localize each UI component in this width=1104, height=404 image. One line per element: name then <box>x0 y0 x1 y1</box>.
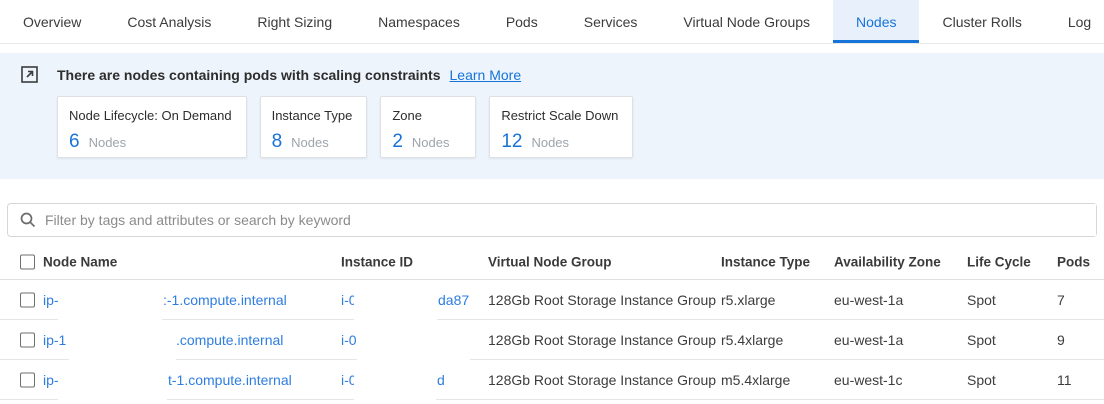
instance-type-cell: r5.xlarge <box>721 292 775 308</box>
card-count: 8 <box>272 131 283 153</box>
card-count: 6 <box>69 131 80 153</box>
tab-virtual-node-groups[interactable]: Virtual Node Groups <box>660 0 833 43</box>
card-unit: Nodes <box>291 135 329 150</box>
node-name-fragment[interactable]: :-1.compute.internal <box>163 292 287 308</box>
life-cycle-cell: Spot <box>967 372 996 388</box>
redacted-area <box>58 285 162 320</box>
column-header-availability-zone: Availability Zone <box>834 254 941 269</box>
column-header-node-name: Node Name <box>43 254 117 269</box>
row-checkbox[interactable] <box>20 292 35 307</box>
card-title: Node Lifecycle: On Demand <box>69 108 232 123</box>
card-node-lifecycle: Node Lifecycle: On Demand 6 Nodes <box>57 96 247 158</box>
instance-id-fragment: d <box>437 372 445 388</box>
column-header-instance-type: Instance Type <box>721 254 810 269</box>
card-restrict-scale-down: Restrict Scale Down 12 Nodes <box>489 96 633 158</box>
instance-id-fragment: i-0 <box>341 332 357 348</box>
column-header-instance-id: Instance ID <box>341 254 413 269</box>
row-checkbox[interactable] <box>20 332 35 347</box>
learn-more-link[interactable]: Learn More <box>450 67 522 83</box>
card-title: Instance Type <box>272 108 353 123</box>
table-header-row: Node Name Instance ID Virtual Node Group… <box>0 244 1104 280</box>
node-name-fragment[interactable]: ip- <box>43 292 59 308</box>
column-header-life-cycle: Life Cycle <box>967 254 1031 269</box>
tab-pods[interactable]: Pods <box>483 0 561 43</box>
tab-log[interactable]: Log <box>1045 0 1104 43</box>
life-cycle-cell: Spot <box>967 332 996 348</box>
node-name-fragment[interactable]: t-1.compute.internal <box>168 372 292 388</box>
card-count: 2 <box>392 131 403 153</box>
nodes-table: Node Name Instance ID Virtual Node Group… <box>0 244 1104 400</box>
pods-count-cell: 11 <box>1057 372 1072 388</box>
life-cycle-cell: Spot <box>967 292 996 308</box>
table-row: ip- :-1.compute.internal i-0 da87 128Gb … <box>0 280 1104 320</box>
scale-up-icon <box>21 66 38 83</box>
redacted-area <box>69 325 176 360</box>
column-header-virtual-node-group: Virtual Node Group <box>488 254 612 269</box>
table-row: ip-1 .compute.internal i-0 128Gb Root St… <box>0 320 1104 360</box>
availability-zone-cell: eu-west-1c <box>834 372 902 388</box>
card-instance-type: Instance Type 8 Nodes <box>260 96 368 158</box>
card-title: Restrict Scale Down <box>501 108 618 123</box>
redacted-area <box>354 285 437 320</box>
tab-services[interactable]: Services <box>561 0 661 43</box>
tab-right-sizing[interactable]: Right Sizing <box>234 0 355 43</box>
card-unit: Nodes <box>412 135 450 150</box>
banner-message: There are nodes containing pods with sca… <box>57 67 441 83</box>
scaling-constraints-banner: There are nodes containing pods with sca… <box>0 53 1104 179</box>
tab-cluster-rolls[interactable]: Cluster Rolls <box>919 0 1044 43</box>
redacted-area <box>58 365 167 400</box>
instance-id-fragment: da87 <box>438 292 469 308</box>
availability-zone-cell: eu-west-1a <box>834 332 903 348</box>
virtual-node-group-cell: 128Gb Root Storage Instance Group <box>488 332 716 348</box>
select-all-checkbox[interactable] <box>20 254 35 269</box>
filter-input[interactable] <box>45 204 1096 236</box>
constraint-cards: Node Lifecycle: On Demand 6 Nodes Instan… <box>57 96 1104 158</box>
redacted-area <box>354 365 436 400</box>
virtual-node-group-cell: 128Gb Root Storage Instance Group <box>488 372 716 388</box>
card-unit: Nodes <box>531 135 569 150</box>
card-title: Zone <box>392 108 461 123</box>
availability-zone-cell: eu-west-1a <box>834 292 903 308</box>
tab-namespaces[interactable]: Namespaces <box>355 0 483 43</box>
tab-bar: Overview Cost Analysis Right Sizing Name… <box>0 0 1104 44</box>
table-row: ip- t-1.compute.internal i-0 d 128Gb Roo… <box>0 360 1104 400</box>
card-zone: Zone 2 Nodes <box>380 96 476 158</box>
row-checkbox[interactable] <box>20 372 35 387</box>
node-name-fragment[interactable]: .compute.internal <box>176 332 283 348</box>
search-icon <box>20 212 36 228</box>
virtual-node-group-cell: 128Gb Root Storage Instance Group <box>488 292 716 308</box>
instance-type-cell: r5.4xlarge <box>721 332 783 348</box>
pods-count-cell: 7 <box>1057 292 1065 308</box>
card-unit: Nodes <box>89 135 127 150</box>
tab-overview[interactable]: Overview <box>0 0 104 43</box>
tab-nodes[interactable]: Nodes <box>833 0 919 43</box>
node-name-fragment[interactable]: ip-1 <box>43 332 66 348</box>
redacted-area <box>357 325 470 360</box>
pods-count-cell: 9 <box>1057 332 1065 348</box>
filter-bar <box>7 203 1097 237</box>
tab-cost-analysis[interactable]: Cost Analysis <box>104 0 234 43</box>
instance-type-cell: m5.4xlarge <box>721 372 790 388</box>
card-count: 12 <box>501 131 522 153</box>
node-name-fragment[interactable]: ip- <box>43 372 59 388</box>
column-header-pods: Pods <box>1057 254 1090 269</box>
